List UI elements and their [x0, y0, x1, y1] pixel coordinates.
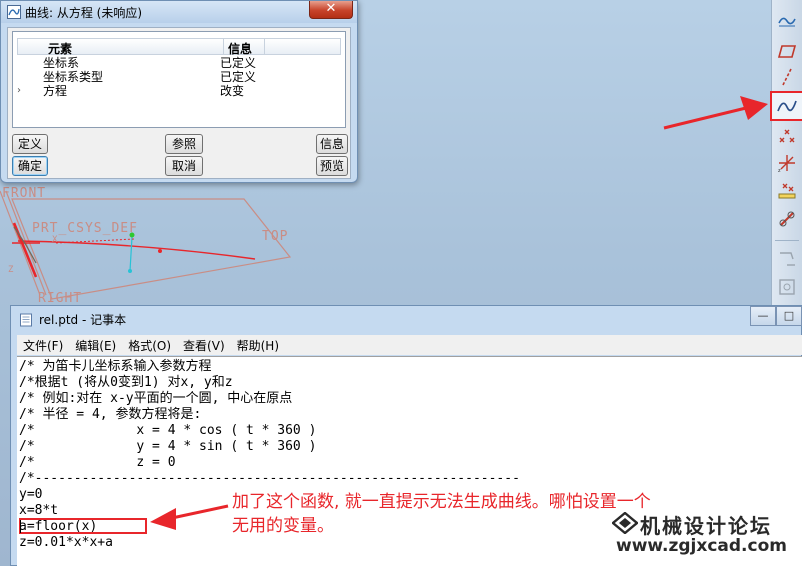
analysis-icon[interactable] [774, 178, 800, 204]
menu-edit[interactable]: 编辑(E) [69, 337, 122, 354]
editor-line: /*--------------------------------------… [19, 471, 520, 486]
menu-file[interactable]: 文件(F) [17, 337, 69, 354]
editor-line: y=0 [19, 487, 43, 502]
right-plane-label: RIGHT [38, 291, 83, 306]
editor-line: /* 半径 = 4, 参数方程将是: [19, 407, 202, 422]
list-item[interactable]: 方程 [43, 84, 67, 98]
maximize-button[interactable]: □ [776, 306, 802, 326]
list-item-element: 坐标系类型 [43, 70, 104, 84]
notepad-title: rel.ptd - 记事本 [39, 313, 127, 327]
forum-logo-icon [612, 512, 638, 534]
editor-line: /* y = 4 * sin ( t * 360 ) [19, 439, 317, 454]
text-caret [20, 520, 21, 533]
editor-line: x=8*t [19, 503, 59, 518]
element-list: 元素 信息 坐标系 已定义 坐标系类型 已定义 › 方程 改变 [12, 31, 346, 128]
list-item-info: 改变 [220, 84, 245, 98]
pattern-icon[interactable] [774, 274, 800, 300]
column-header-element[interactable]: 元素 [48, 40, 72, 57]
datum-toolbar: z [770, 0, 802, 305]
datum-axis-icon[interactable] [774, 64, 800, 90]
expand-icon[interactable]: › [17, 84, 21, 98]
list-item[interactable]: 坐标系类型 [43, 70, 103, 84]
editor-line: /* 为笛卡儿坐标系输入参数方程 [19, 359, 212, 374]
cancel-button[interactable]: 取消 [165, 156, 203, 176]
csys-label: PRT_CSYS_DEF [32, 221, 138, 236]
offset-icon[interactable] [774, 206, 800, 232]
watermark: 机械设计论坛 www.zgjxcad.com [612, 510, 800, 566]
datum-curve-icon[interactable] [770, 91, 802, 121]
dialog-title-bar[interactable]: 曲线: 从方程 (未响应) ✕ [1, 1, 357, 23]
top-plane-label: TOP [262, 229, 289, 244]
csys-icon[interactable]: z [774, 150, 800, 176]
datum-plane-icon[interactable] [774, 38, 800, 64]
x-axis-label: X [52, 235, 59, 245]
model-viewport[interactable]: FRONT PRT_CSYS_DEF TOP RIGHT X Z [0, 183, 360, 306]
list-item-element: 坐标系 [43, 56, 80, 70]
editor-line: /* x = 4 * cos ( t * 360 ) [19, 423, 317, 438]
reference-button[interactable]: 参照 [165, 134, 203, 154]
front-plane-label: FRONT [2, 186, 47, 201]
menu-help[interactable]: 帮助(H) [231, 337, 285, 354]
highlight-box [19, 518, 147, 534]
preview-button[interactable]: 预览 [316, 156, 348, 176]
menu-bar: 文件(F) 编辑(E) 格式(O) 查看(V) 帮助(H) [17, 335, 802, 355]
editor-line: /*根据t (将从0变到1) 对x, y和z [19, 375, 233, 390]
menu-format[interactable]: 格式(O) [122, 337, 177, 354]
dialog-body: 元素 信息 坐标系 已定义 坐标系类型 已定义 › 方程 改变 定义 参照 信息… [7, 27, 351, 179]
close-button[interactable]: ✕ [309, 1, 353, 19]
notepad-icon [20, 313, 32, 327]
editor-line: /* 例如:对在 x-y平面的一个圆, 中心在原点 [19, 391, 293, 406]
ok-button[interactable]: 确定 [12, 156, 48, 176]
list-item-element: 方程 [43, 84, 68, 98]
sketch-curve-icon[interactable] [774, 8, 800, 34]
info-button[interactable]: 信息 [316, 134, 348, 154]
editor-line: z=0.01*x*x+a [19, 535, 113, 550]
dialog-title: 曲线: 从方程 (未响应) [25, 5, 143, 20]
list-item-info: 已定义 [220, 56, 257, 70]
list-header: 元素 信息 [17, 38, 341, 57]
datum-point-icon[interactable] [774, 124, 800, 150]
watermark-cn: 机械设计论坛 [640, 514, 772, 538]
define-button[interactable]: 定义 [12, 134, 48, 154]
minimize-button[interactable]: — [750, 306, 776, 326]
z-axis-label: Z [8, 265, 15, 275]
curve-from-equation-dialog: 曲线: 从方程 (未响应) ✕ 元素 信息 坐标系 已定义 坐标系类型 已定义 … [0, 0, 358, 183]
group-icon[interactable] [774, 246, 800, 272]
app-icon [7, 5, 21, 19]
window-controls: — □ [750, 306, 802, 326]
column-header-info[interactable]: 信息 [228, 40, 252, 57]
notepad-title-bar[interactable]: rel.ptd - 记事本 — □ [11, 306, 802, 334]
editor-line: /* z = 0 [19, 455, 176, 470]
list-item[interactable]: 坐标系 [43, 56, 79, 70]
list-item-info: 已定义 [220, 70, 257, 84]
svg-text:z: z [778, 168, 781, 173]
watermark-url: www.zgjxcad.com [616, 536, 787, 556]
menu-view[interactable]: 查看(V) [177, 337, 231, 354]
